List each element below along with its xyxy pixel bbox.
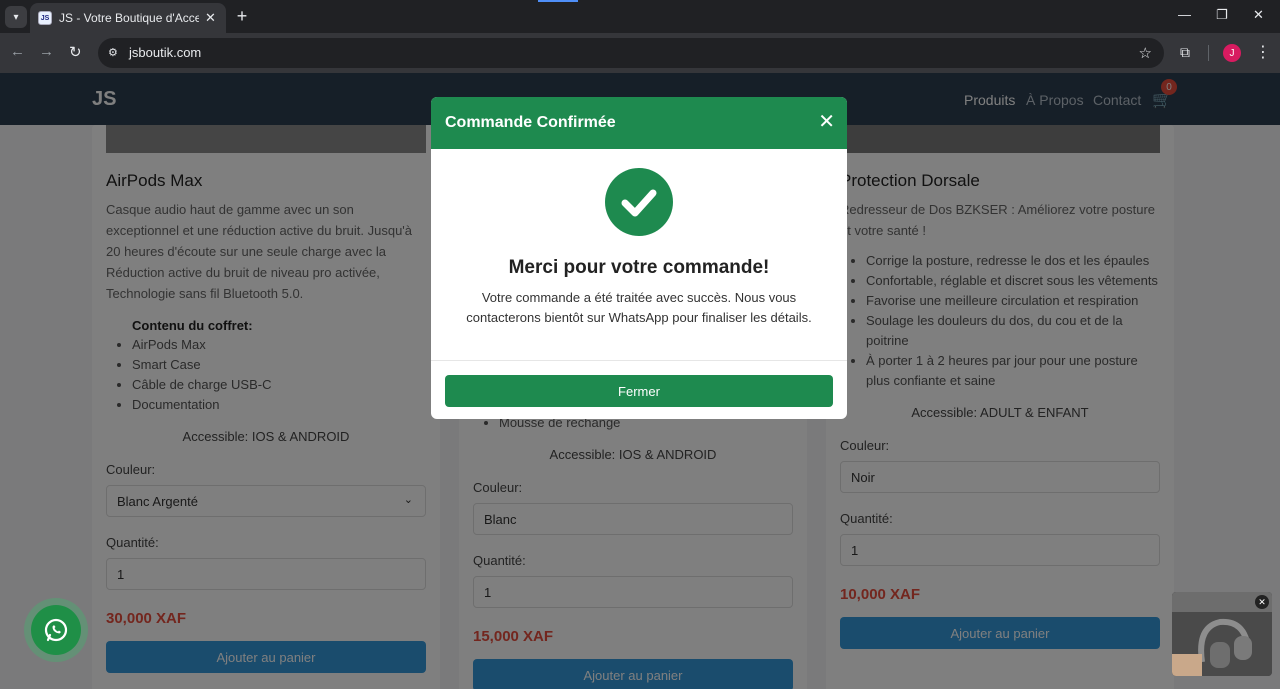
- whatsapp-button[interactable]: [31, 605, 81, 655]
- browser-tab-bar: ▾ JS JS - Votre Boutique d'Accessoires ✕…: [0, 0, 1280, 33]
- toolbar-divider: [1208, 45, 1209, 61]
- url-text: jsboutik.com: [129, 45, 202, 60]
- browser-toolbar: ← → ↻ ⚙ jsboutik.com ☆ ⧉ J ⋮: [0, 33, 1280, 73]
- close-icon[interactable]: ✕: [818, 112, 835, 132]
- profile-avatar[interactable]: J: [1223, 44, 1241, 62]
- site-info-icon[interactable]: ⚙: [108, 46, 122, 60]
- modal-heading: Merci pour votre commande!: [508, 257, 770, 278]
- extensions-icon[interactable]: ⧉: [1180, 44, 1190, 61]
- tab-indicator: [538, 0, 578, 2]
- restore-icon[interactable]: ❐: [1216, 7, 1228, 23]
- favicon-icon: JS: [38, 11, 52, 25]
- tab-title: JS - Votre Boutique d'Accessoires: [59, 11, 199, 25]
- bookmark-star-icon[interactable]: ☆: [1139, 44, 1152, 62]
- whatsapp-icon: [44, 618, 68, 642]
- window-close-icon[interactable]: ✕: [1253, 7, 1264, 23]
- tab-close-icon[interactable]: ✕: [205, 10, 216, 26]
- forward-icon[interactable]: →: [39, 43, 54, 60]
- close-button[interactable]: Fermer: [445, 375, 833, 407]
- modal-message: Votre commande a été traitée avec succès…: [466, 290, 812, 325]
- video-preview[interactable]: ✕: [1172, 592, 1272, 676]
- browser-tab[interactable]: JS JS - Votre Boutique d'Accessoires ✕: [30, 3, 226, 33]
- address-bar[interactable]: ⚙ jsboutik.com ☆: [98, 38, 1164, 68]
- success-check-icon: [605, 168, 673, 236]
- back-icon[interactable]: ←: [10, 43, 25, 60]
- tab-search-button[interactable]: ▾: [5, 6, 27, 28]
- modal-header: Commande Confirmée ✕: [431, 97, 847, 149]
- browser-menu-icon[interactable]: ⋮: [1255, 42, 1271, 62]
- order-confirmation-modal: Commande Confirmée ✕ Merci pour votre co…: [431, 97, 847, 419]
- modal-footer: Fermer: [431, 360, 847, 419]
- reload-icon[interactable]: ↻: [69, 43, 82, 61]
- modal-title: Commande Confirmée: [445, 114, 616, 131]
- minimize-icon[interactable]: —: [1178, 7, 1191, 22]
- new-tab-icon[interactable]: +: [232, 6, 252, 27]
- video-close-icon[interactable]: ✕: [1255, 595, 1269, 609]
